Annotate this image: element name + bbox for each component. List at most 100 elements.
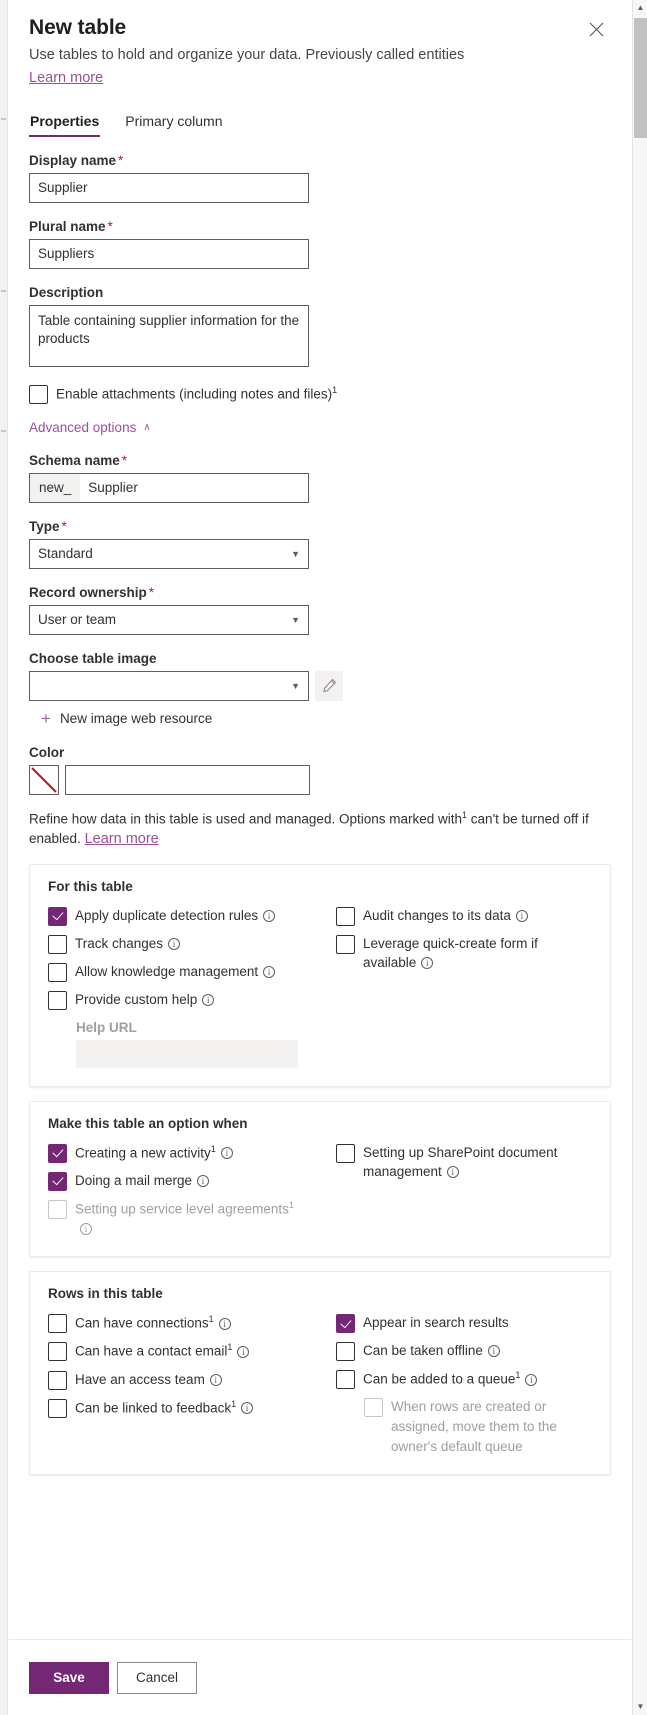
description-textarea[interactable]: Table containing supplier information fo… xyxy=(29,304,309,367)
record-ownership-dropdown[interactable]: User or team ▼ xyxy=(29,604,309,635)
checkbox-row-can-be-added-to-a-queue[interactable]: Can be added to a queue1 i xyxy=(336,1369,582,1390)
checkbox-row-leverage-quick-create-form[interactable]: Leverage quick-create form if available i xyxy=(336,934,582,973)
checkbox-row-creating-new-activity[interactable]: Creating a new activity1 i xyxy=(48,1143,310,1163)
info-icon[interactable]: i xyxy=(218,1317,231,1330)
info-icon[interactable]: i xyxy=(202,993,215,1006)
for-this-table-card: For this table Apply duplicate detection… xyxy=(29,863,611,1087)
can-be-added-to-a-queue-checkbox[interactable] xyxy=(336,1370,355,1390)
scrollbar-thumb[interactable] xyxy=(634,18,647,138)
help-url-input[interactable] xyxy=(76,1039,298,1068)
info-icon[interactable]: i xyxy=(80,1222,92,1235)
have-an-access-team-checkbox[interactable] xyxy=(48,1370,67,1390)
track-changes-checkbox[interactable] xyxy=(48,934,67,954)
appear-in-search-results-checkbox[interactable] xyxy=(336,1314,355,1334)
chevron-down-icon: ▼ xyxy=(291,614,300,625)
schema-name-label: Schema name * xyxy=(29,452,128,468)
apply-duplicate-detection-rules-checkbox[interactable] xyxy=(48,906,67,926)
info-icon[interactable]: i xyxy=(263,909,276,922)
save-button[interactable]: Save xyxy=(29,1661,109,1694)
can-be-taken-offline-checkbox[interactable] xyxy=(336,1342,355,1362)
info-icon[interactable]: i xyxy=(263,965,276,978)
checkbox-row-appear-in-search-results[interactable]: Appear in search results xyxy=(336,1313,582,1334)
tab-primary-column[interactable]: Primary column xyxy=(124,109,223,137)
tab-properties[interactable]: Properties xyxy=(29,109,101,137)
type-dropdown[interactable]: Standard ▼ xyxy=(29,538,309,569)
setting-up-sharepoint-document-management-label: Setting up SharePoint document managemen… xyxy=(363,1144,558,1180)
move-rows-to-owner-default-queue-label: When rows are created or assigned, move … xyxy=(391,1399,557,1454)
page-background-strip xyxy=(0,0,8,1715)
rows-in-this-table-card: Rows in this table Can have connections1… xyxy=(29,1271,611,1476)
info-icon[interactable]: i xyxy=(515,909,528,922)
creating-a-new-activity-checkbox[interactable] xyxy=(48,1143,67,1163)
type-field: Type * Standard ▼ xyxy=(29,519,611,569)
plural-name-input[interactable] xyxy=(29,238,309,269)
description-label: Description xyxy=(29,284,104,300)
new-image-web-resource-button[interactable]: + New image web resource xyxy=(29,710,212,727)
checkbox-row-can-be-taken-offline[interactable]: Can be taken offline i xyxy=(336,1341,582,1362)
checkbox-row-can-have-contact-email[interactable]: Can have a contact email1 i xyxy=(48,1341,310,1362)
can-have-connections-checkbox[interactable] xyxy=(48,1314,67,1334)
choose-table-image-field: Choose table image ▼ + New image web res… xyxy=(29,651,611,729)
scroll-up-arrow-icon[interactable]: ▲ xyxy=(633,0,647,16)
info-icon[interactable]: i xyxy=(487,1345,500,1358)
display-name-label: Display name * xyxy=(29,152,124,168)
for-this-table-title: For this table xyxy=(48,878,133,894)
apply-duplicate-detection-rules-label: Apply duplicate detection rules xyxy=(75,907,259,923)
schema-name-field: Schema name * new_ Supplier xyxy=(29,453,611,503)
can-be-linked-to-feedback-label: Can be linked to feedback xyxy=(75,1400,232,1416)
checkbox-row-audit-changes[interactable]: Audit changes to its data i xyxy=(336,906,582,926)
setting-up-sharepoint-document-management-checkbox[interactable] xyxy=(336,1143,355,1163)
doing-a-mail-merge-checkbox[interactable] xyxy=(48,1171,67,1191)
info-icon[interactable]: i xyxy=(197,1174,210,1187)
checkbox-row-can-have-connections[interactable]: Can have connections1 i xyxy=(48,1313,310,1334)
can-have-a-contact-email-checkbox[interactable] xyxy=(48,1342,67,1362)
info-icon[interactable]: i xyxy=(421,957,434,970)
can-be-linked-to-feedback-checkbox[interactable] xyxy=(48,1398,67,1418)
vertical-scrollbar[interactable]: ▲ ▼ xyxy=(632,0,647,1715)
checkbox-row-can-be-linked-to-feedback[interactable]: Can be linked to feedback1 i xyxy=(48,1398,310,1418)
schema-name-input[interactable]: Supplier xyxy=(80,474,308,502)
display-name-input[interactable] xyxy=(29,172,309,203)
leverage-quick-create-form-checkbox[interactable] xyxy=(336,934,355,954)
scroll-down-arrow-icon[interactable]: ▼ xyxy=(633,1699,647,1715)
info-icon[interactable]: i xyxy=(237,1345,250,1358)
table-image-dropdown[interactable]: ▼ xyxy=(29,670,309,701)
audit-changes-to-its-data-label: Audit changes to its data xyxy=(363,907,511,923)
checkbox-row-sharepoint-document-management[interactable]: Setting up SharePoint document managemen… xyxy=(336,1143,582,1182)
provide-custom-help-checkbox[interactable] xyxy=(48,990,67,1010)
info-icon[interactable]: i xyxy=(241,1402,254,1415)
track-changes-label: Track changes xyxy=(75,935,164,951)
advanced-options-toggle[interactable]: Advanced options ∧ xyxy=(29,420,151,435)
refine-learn-more-link[interactable]: Learn more xyxy=(85,831,159,847)
audit-changes-to-its-data-checkbox[interactable] xyxy=(336,906,355,926)
checkbox-row-have-an-access-team[interactable]: Have an access team i xyxy=(48,1370,310,1390)
info-icon[interactable]: i xyxy=(220,1147,233,1160)
checkbox-row-track-changes[interactable]: Track changes i xyxy=(48,934,310,954)
checkbox-row-doing-mail-merge[interactable]: Doing a mail merge i xyxy=(48,1171,310,1191)
move-rows-to-owner-default-queue-checkbox xyxy=(364,1398,383,1418)
color-swatch-none-icon[interactable] xyxy=(29,764,59,795)
edit-pencil-icon[interactable] xyxy=(315,670,343,701)
checkbox-row-apply-duplicate-detection[interactable]: Apply duplicate detection rules i xyxy=(48,906,310,926)
enable-attachments-label: Enable attachments (including notes and … xyxy=(56,384,338,402)
cancel-button[interactable]: Cancel xyxy=(117,1661,197,1694)
info-icon[interactable]: i xyxy=(525,1373,538,1386)
tab-list: Properties Primary column xyxy=(29,109,611,137)
enable-attachments-checkbox[interactable] xyxy=(29,384,48,404)
color-input[interactable] xyxy=(65,764,310,795)
checkbox-row-provide-custom-help[interactable]: Provide custom help i xyxy=(48,990,310,1010)
enable-attachments-row[interactable]: Enable attachments (including notes and … xyxy=(29,384,611,404)
info-icon[interactable]: i xyxy=(446,1166,459,1179)
checkbox-row-allow-knowledge-management[interactable]: Allow knowledge management i xyxy=(48,962,310,982)
allow-knowledge-management-checkbox[interactable] xyxy=(48,962,67,982)
can-have-a-contact-email-label: Can have a contact email xyxy=(75,1343,228,1359)
schema-name-input-group[interactable]: new_ Supplier xyxy=(29,472,309,503)
panel-subtitle: Use tables to hold and organize your dat… xyxy=(29,47,465,63)
info-icon[interactable]: i xyxy=(168,937,181,950)
refine-superscript: 1 xyxy=(462,809,468,820)
can-have-connections-label: Can have connections xyxy=(75,1315,209,1331)
close-icon[interactable] xyxy=(581,14,611,44)
header-learn-more-link[interactable]: Learn more xyxy=(29,70,103,86)
info-icon[interactable]: i xyxy=(209,1373,222,1386)
new-table-panel: New table Use tables to hold and organiz… xyxy=(9,0,631,1715)
